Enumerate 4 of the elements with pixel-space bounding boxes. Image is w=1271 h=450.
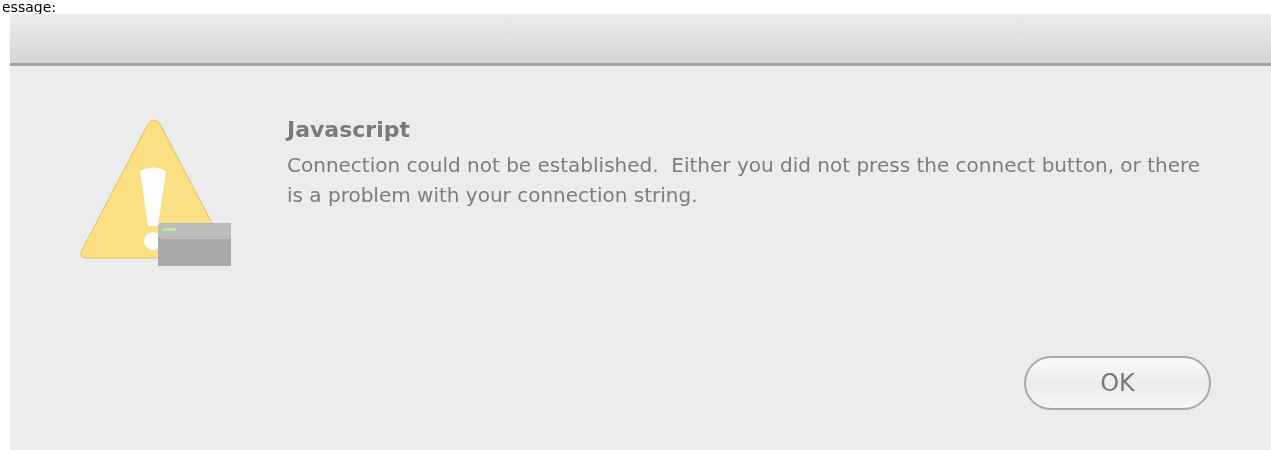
dialog-title: Javascript bbox=[287, 116, 411, 144]
caption-text: essage: bbox=[2, 0, 56, 14]
ok-button[interactable]: OK bbox=[1024, 356, 1211, 410]
dialog-message: Connection could not be established. Either you did not press the connect button, or there is a problem with your connection string. bbox=[287, 152, 1202, 209]
